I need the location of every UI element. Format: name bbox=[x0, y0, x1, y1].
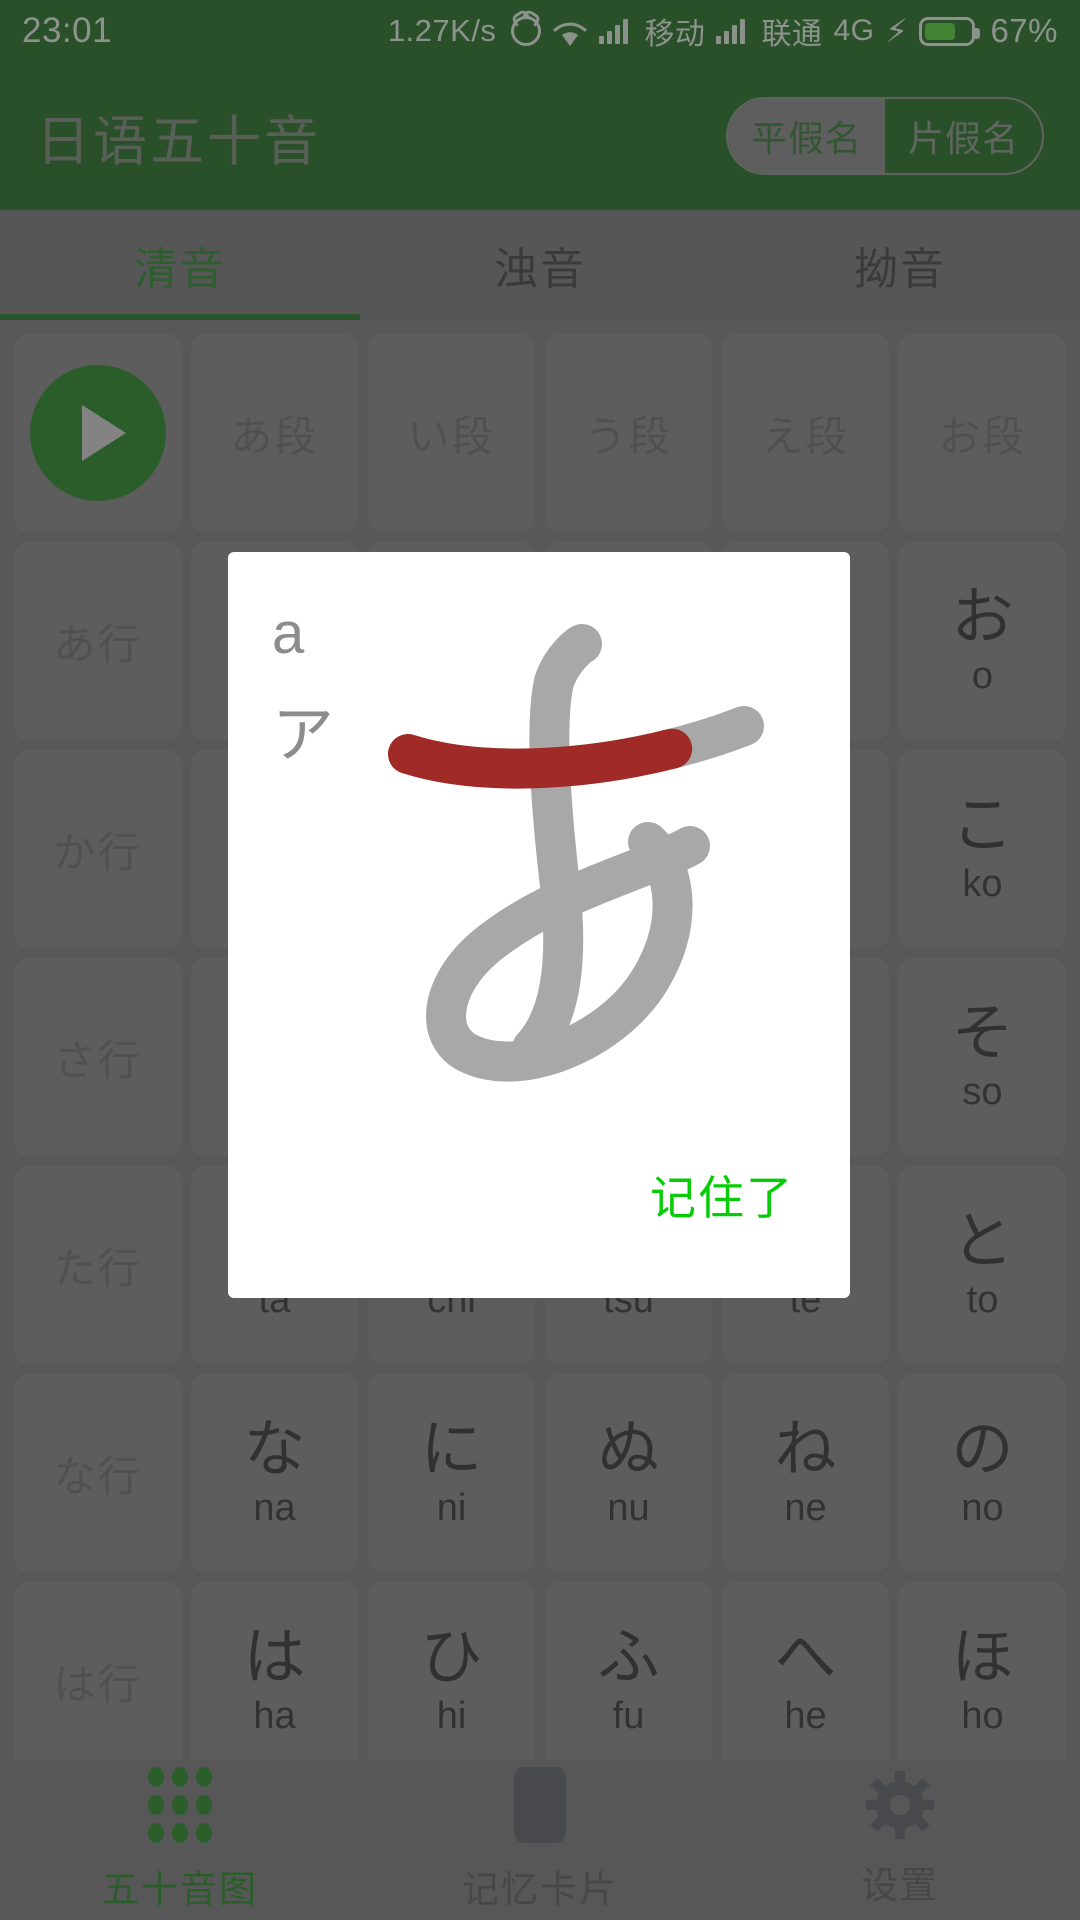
kana-detail-dialog: a ア 记住了 bbox=[228, 552, 850, 1298]
app-screen: 23:01 1.27K/s 移动 联通 4G ⚡ 67% 日语五十音 平假名 片… bbox=[0, 0, 1080, 1920]
dialog-katakana: ア bbox=[272, 698, 335, 771]
dialog-romaji: a bbox=[272, 601, 305, 666]
stroke-order-diagram[interactable] bbox=[346, 586, 846, 1106]
remember-button[interactable]: 记住了 bbox=[650, 1162, 794, 1228]
